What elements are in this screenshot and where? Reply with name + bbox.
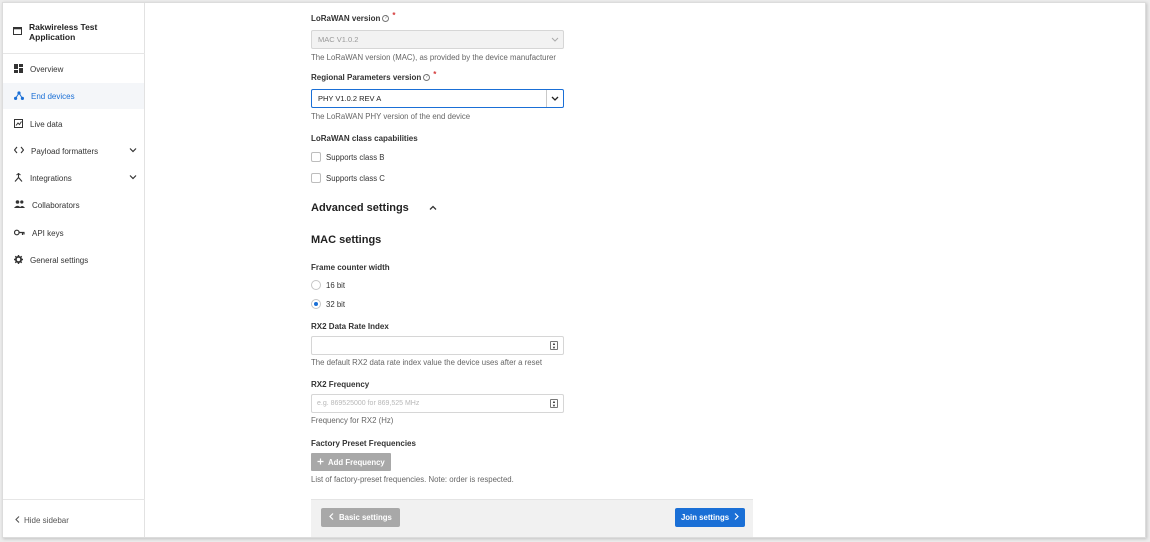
chevron-up-icon[interactable] (429, 202, 437, 214)
checkbox[interactable] (311, 173, 321, 183)
factory-freq-label: Factory Preset Frequencies (311, 439, 416, 448)
rx2-dr-hint: The default RX2 data rate index value th… (311, 358, 543, 367)
lorawan-version-label-text: LoRaWAN version (311, 14, 381, 23)
app-title[interactable]: Rakwireless Test Application (13, 22, 144, 42)
code-icon (13, 146, 25, 156)
radio-32-bit[interactable]: 32 bit (311, 299, 345, 309)
key-icon (13, 229, 25, 238)
regional-params-label: Regional Parameters version ? * (311, 70, 437, 82)
lorawan-version-label: LoRaWAN version ? * (311, 11, 396, 23)
sidebar-item-label: API keys (32, 228, 64, 238)
lorawan-version-value: MAC V1.0.2 (318, 35, 359, 44)
window-icon (13, 27, 22, 37)
class-capabilities-label: LoRaWAN class capabilities (311, 134, 418, 143)
back-basic-settings-button[interactable]: Basic settings (321, 508, 400, 527)
regional-params-value: PHY V1.0.2 REV A (318, 94, 382, 103)
devices-icon (14, 90, 24, 102)
regional-params-select[interactable]: PHY V1.0.2 REV A (311, 89, 564, 108)
chevron-left-icon (329, 513, 334, 522)
radio-button[interactable] (311, 299, 321, 309)
back-label: Basic settings (339, 513, 392, 522)
sidebar-item-integrations[interactable]: Integrations (3, 165, 144, 191)
join-settings-button[interactable]: Join settings (675, 508, 745, 527)
sidebar-item-label: Payload formatters (31, 146, 99, 156)
number-spinner-icon[interactable]: ▲ ▼ (550, 341, 558, 350)
chevron-down-icon[interactable] (129, 173, 137, 182)
chevron-down-icon[interactable] (129, 146, 137, 155)
regional-params-label-text: Regional Parameters version (311, 73, 422, 82)
sidebar-item-live-data[interactable]: Live data (3, 111, 144, 137)
regional-params-hint: The LoRaWAN PHY version of the end devic… (311, 112, 471, 121)
help-icon[interactable]: ? (382, 15, 390, 22)
rx2-freq-hint: Frequency for RX2 (Hz) (311, 416, 394, 425)
sidebar-item-overview[interactable]: Overview (3, 56, 144, 82)
sidebar-divider (3, 499, 145, 500)
app-title-label: Rakwireless Test Application (29, 22, 98, 42)
sidebar-item-label: End devices (31, 91, 75, 101)
people-icon (14, 200, 25, 210)
chart-icon (14, 118, 23, 130)
number-spinner-icon[interactable]: ▲ ▼ (550, 399, 558, 408)
rx2-freq-input[interactable]: e.g. 869525000 for 869,525 MHz ▲ ▼ (311, 394, 564, 413)
dashboard-icon (14, 63, 23, 75)
chevron-right-icon (734, 513, 739, 522)
lorawan-version-select: MAC V1.0.2 (311, 30, 564, 49)
gear-icon (14, 254, 23, 266)
mac-settings-heading: MAC settings (311, 234, 382, 246)
sidebar-item-payload-formatters[interactable]: Payload formatters (3, 138, 144, 164)
plus-icon (317, 458, 324, 467)
integrations-icon (14, 172, 23, 184)
class-b-label: Supports class B (326, 152, 385, 162)
sidebar-item-api-keys[interactable]: API keys (3, 220, 144, 246)
lorawan-version-hint: The LoRaWAN version (MAC), as provided b… (311, 53, 556, 62)
add-frequency-button[interactable]: Add Frequency (311, 453, 391, 471)
chevron-down-icon[interactable] (546, 90, 563, 107)
sidebar-item-label: General settings (30, 255, 89, 265)
advanced-settings-heading: Advanced settings (311, 202, 409, 214)
app-window: Rakwireless Test Application Overview En… (2, 2, 1146, 538)
rx2-freq-label: RX2 Frequency (311, 380, 370, 389)
rx2-freq-placeholder: e.g. 869525000 for 869,525 MHz (317, 400, 420, 407)
sidebar-divider (3, 53, 145, 54)
sidebar-item-label: Collaborators (32, 200, 80, 210)
required-marker: * (392, 11, 396, 20)
frame-counter-label: Frame counter width (311, 263, 390, 272)
next-label: Join settings (680, 513, 730, 522)
rx2-dr-input[interactable]: ▲ ▼ (311, 336, 564, 355)
sidebar-item-label: Overview (30, 64, 64, 74)
chevron-left-icon (15, 516, 20, 525)
chevron-down-icon (546, 31, 563, 48)
radio-16-bit[interactable]: 16 bit (311, 280, 345, 290)
help-icon[interactable]: ? (423, 74, 431, 81)
checkbox[interactable] (311, 152, 321, 162)
class-b-checkbox[interactable]: Supports class B (311, 152, 385, 162)
sidebar-item-label: Live data (30, 119, 63, 129)
sidebar: Rakwireless Test Application Overview En… (3, 3, 145, 537)
form-footer: Basic settings Join settings (311, 499, 753, 537)
radio-button[interactable] (311, 280, 321, 290)
factory-freq-hint: List of factory-preset frequencies. Note… (311, 475, 514, 484)
sidebar-item-general-settings[interactable]: General settings (3, 247, 144, 273)
required-marker: * (433, 70, 437, 79)
rx2-dr-label: RX2 Data Rate Index (311, 322, 389, 331)
radio-32-bit-label: 32 bit (326, 299, 346, 309)
advanced-settings-toggle[interactable]: Advanced settings (311, 202, 437, 214)
sidebar-item-end-devices[interactable]: End devices (3, 83, 144, 109)
hide-sidebar-label: Hide sidebar (24, 516, 69, 525)
radio-16-bit-label: 16 bit (326, 280, 346, 290)
sidebar-item-collaborators[interactable]: Collaborators (3, 192, 144, 218)
class-c-label: Supports class C (326, 173, 385, 183)
hide-sidebar-button[interactable]: Hide sidebar (15, 516, 69, 525)
sidebar-item-label: Integrations (30, 173, 72, 183)
class-c-checkbox[interactable]: Supports class C (311, 173, 385, 183)
add-frequency-label: Add Frequency (328, 457, 385, 467)
